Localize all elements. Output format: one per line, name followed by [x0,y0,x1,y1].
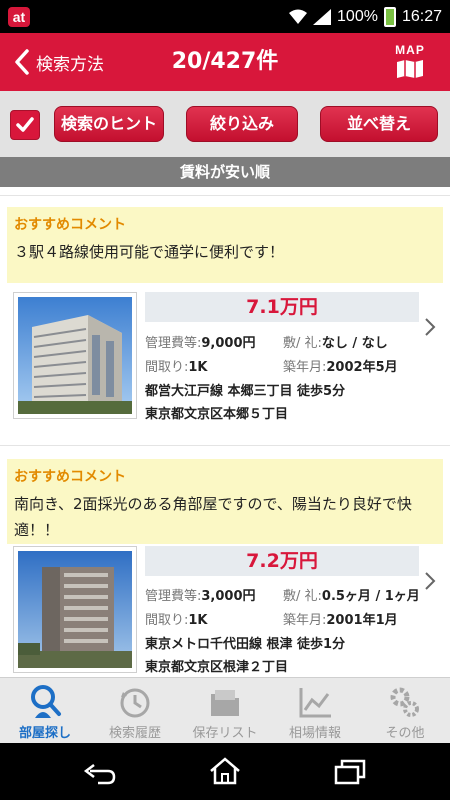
title-bar: 検索方法 20/427件 MAP [0,33,450,91]
sort-order-label: 賃料が安い順 [0,157,450,187]
chevron-right-icon[interactable] [424,571,436,591]
management-fee: 管理費等:3,000円 [145,589,256,604]
tab-label: その他 [385,726,425,741]
status-indicators: 100% 16:27 [289,0,442,33]
tab-market-info[interactable]: 相場情報 [270,678,360,743]
tab-search-history[interactable]: 検索履歴 [90,678,180,743]
status-bar: at 100% 16:27 [0,0,450,33]
search-house-icon [31,685,61,718]
divider [0,445,450,446]
comment-text: ３駅４路線使用可能で通学に便利です！ [14,243,285,261]
wifi-icon [289,9,308,24]
property-photo[interactable] [13,546,137,673]
map-button[interactable]: MAP [392,43,428,83]
floor-plan: 間取り:1K [145,613,208,628]
map-icon [397,60,423,78]
built-date: 築年月:2002年5月 [283,360,398,375]
map-label: MAP [395,43,425,57]
tab-saved-list[interactable]: 保存リスト [180,678,270,743]
signal-icon [313,8,332,25]
gear-icon [390,687,419,717]
station-access: 東京メトロ千代田線 根津 徒歩1分 [145,637,346,652]
battery-icon [383,6,396,27]
rent-price: 7.1万円 [145,292,419,322]
property-photo[interactable] [13,292,137,419]
system-nav-bar [0,743,450,800]
recommend-comment: おすすめコメント 南向き、2面採光のある角部屋ですので、陽当たり良好で快適！！ [7,459,443,544]
comment-text: 南向き、2面採光のある角部屋ですので、陽当たり良好で快適！！ [14,495,412,539]
deposit-key-money: 敷/ 礼:なし / なし [283,336,388,351]
back-arrow-icon[interactable] [82,757,118,785]
bottom-tab-bar: 部屋探し 検索履歴 保存リスト 相場情報 その他 [0,677,450,743]
clock: 16:27 [401,7,442,25]
back-label: 検索方法 [36,54,104,75]
toolbar: 検索のヒント 絞り込み 並べ替え [0,91,450,157]
tab-label: 検索履歴 [108,726,161,741]
chevron-right-icon[interactable] [424,317,436,337]
home-icon[interactable] [207,757,243,785]
station-access: 都営大江戸線 本郷三丁目 徒歩5分 [145,384,346,399]
history-clock-icon [120,688,150,718]
building-photo-image [18,551,132,668]
back-button[interactable]: 検索方法 [12,33,104,91]
tab-label: 部屋探し [18,726,71,741]
deposit-key-money: 敷/ 礼:0.5ヶ月 / 1ヶ月 [283,589,420,604]
divider [0,195,450,196]
building-photo-image [18,297,132,414]
tab-room-search[interactable]: 部屋探し [0,678,90,743]
built-date: 築年月:2001年1月 [283,613,398,628]
comment-title: おすすめコメント [14,217,126,233]
chevron-left-icon [15,49,29,75]
tab-label: 相場情報 [288,726,341,741]
filter-button[interactable]: 絞り込み [186,106,298,142]
recent-apps-icon[interactable] [332,757,368,785]
property-address: 東京都文京区根津２丁目 [145,660,289,675]
tab-label: 保存リスト [192,726,258,741]
app-notification-icon: at [8,7,30,27]
management-fee: 管理費等:9,000円 [145,336,256,351]
listing-list[interactable]: おすすめコメント ３駅４路線使用可能で通学に便利です！ 7.1万円 管理費等:9… [0,187,450,677]
search-hint-button[interactable]: 検索のヒント [54,106,164,142]
sort-button[interactable]: 並べ替え [320,106,438,142]
rent-price: 7.2万円 [145,546,419,576]
recommend-comment: おすすめコメント ３駅４路線使用可能で通学に便利です！ [7,207,443,283]
property-address: 東京都文京区本郷５丁目 [145,407,289,422]
chart-icon [299,688,331,718]
battery-percent: 100% [337,7,378,25]
folder-icon [211,690,239,716]
select-all-checkbox[interactable] [10,110,40,140]
checkmark-icon [16,117,34,132]
comment-title: おすすめコメント [14,469,126,485]
floor-plan: 間取り:1K [145,360,208,375]
tab-other[interactable]: その他 [360,678,450,743]
